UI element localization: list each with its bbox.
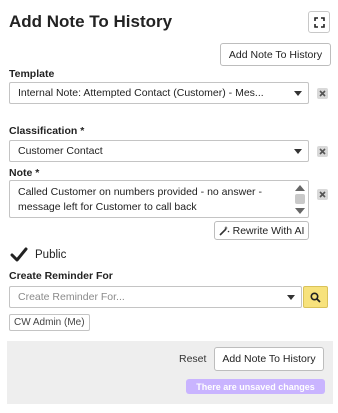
note-textarea[interactable]: Called Customer on numbers provided - no…	[9, 180, 309, 218]
add-note-submit-button[interactable]: Add Note To History	[214, 347, 324, 371]
panel-title: Add Note To History	[9, 12, 173, 31]
template-clear-button[interactable]	[317, 88, 328, 99]
chevron-down-icon	[294, 91, 302, 96]
chevron-down-icon	[287, 295, 295, 300]
note-text: Called Customer on numbers provided - no…	[18, 186, 262, 213]
reminder-chip[interactable]: CW Admin (Me)	[9, 314, 90, 331]
note-scrollbar[interactable]	[294, 183, 306, 215]
public-label: Public	[35, 249, 67, 261]
reset-button[interactable]: Reset	[179, 353, 206, 365]
classification-label: Classification *	[9, 125, 85, 137]
classification-clear-button[interactable]	[317, 146, 328, 157]
public-checkbox[interactable]	[10, 246, 28, 264]
classification-value: Customer Contact	[18, 145, 103, 157]
rewrite-ai-button[interactable]: Rewrite With AI	[214, 221, 309, 240]
expand-icon	[313, 16, 325, 28]
expand-button[interactable]	[308, 11, 330, 33]
close-icon	[319, 148, 326, 155]
reminder-select[interactable]: Create Reminder For...	[9, 286, 302, 308]
template-label: Template	[9, 68, 55, 80]
note-label: Note *	[9, 167, 40, 179]
unsaved-changes-badge: There are unsaved changes	[186, 379, 325, 394]
scroll-thumb[interactable]	[295, 194, 305, 204]
add-note-top-button[interactable]: Add Note To History	[220, 43, 331, 66]
magic-wand-icon	[219, 226, 229, 236]
scroll-up-icon[interactable]	[295, 185, 305, 191]
reminder-label: Create Reminder For	[9, 270, 113, 282]
scroll-down-icon[interactable]	[295, 208, 305, 214]
close-icon	[319, 90, 326, 97]
template-select[interactable]: Internal Note: Attempted Contact (Custom…	[9, 82, 309, 104]
search-icon	[310, 291, 321, 303]
close-icon	[319, 191, 326, 198]
reminder-search-button[interactable]	[303, 286, 328, 308]
checkmark-icon	[10, 247, 28, 262]
classification-select[interactable]: Customer Contact	[9, 140, 309, 162]
reminder-placeholder: Create Reminder For...	[18, 291, 125, 303]
chevron-down-icon	[294, 149, 302, 154]
rewrite-ai-label: Rewrite With AI	[232, 224, 305, 237]
template-value: Internal Note: Attempted Contact (Custom…	[18, 87, 264, 99]
note-clear-button[interactable]	[317, 189, 328, 200]
